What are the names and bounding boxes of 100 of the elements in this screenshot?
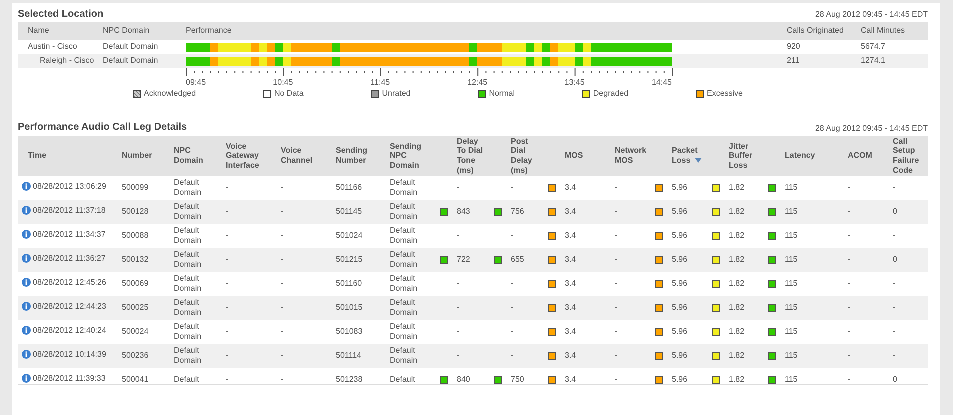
table-cell: - [457,231,460,240]
table-cell: - [848,255,851,264]
table-cell: 5.96 [672,303,688,312]
table-cell: - [615,351,618,360]
info-icon[interactable] [22,206,31,216]
table-cell: 115 [785,183,798,192]
table-cell: - [226,183,229,192]
column-header[interactable]: ACOM [844,136,889,176]
table-cell: 1.82 [729,255,745,264]
table-cell: 722 [457,255,470,264]
table-cell: - [281,255,284,264]
table-cell: 0 [893,255,898,264]
table-cell: 500128 [122,207,149,216]
table-cell: Default Domain [103,42,158,52]
table-cell: 1.82 [729,183,745,192]
info-icon[interactable] [22,254,31,264]
legend-label: Acknowledged [144,89,196,99]
tick-label: 14:45 [652,78,672,87]
info-icon[interactable] [22,350,31,360]
table-cell: 500099 [122,183,149,192]
table-cell: Default Domain [390,322,418,341]
table-cell: 3.4 [565,207,576,216]
table-cell: - [226,375,229,384]
table-cell: 501160 [336,279,362,288]
location-name[interactable]: Austin - Cisco [28,42,78,52]
column-header[interactable]: Performance [186,26,232,36]
table-cell: - [226,303,229,312]
column-header[interactable]: Number [118,136,170,176]
column-header[interactable]: NPC Domain [170,136,222,176]
tick-label: 12:45 [468,78,488,87]
column-header[interactable]: Network MOS [611,136,651,176]
table-cell: 115 [785,375,798,384]
table-cell: - [615,183,618,192]
table-cell: - [281,231,284,240]
column-header[interactable]: Packet Loss [651,136,708,176]
info-icon[interactable] [22,302,31,312]
column-header[interactable]: Time [18,136,118,176]
column-header[interactable]: Post Dial Delay (ms) [490,136,544,176]
column-header[interactable]: MOS [544,136,611,176]
table-cell: 08/28/2012 11:39:33 [33,374,106,384]
table-cell: 08/28/2012 11:34:37 [33,230,106,240]
table-cell: 3.4 [565,351,576,360]
column-header[interactable]: Name [28,26,50,36]
table-cell: 501145 [336,207,362,216]
table-cell: - [281,207,284,216]
column-header[interactable]: Jitter Buffer Loss [708,136,764,176]
table-cell: - [615,207,618,216]
table-cell: - [457,327,460,336]
table-cell: - [226,255,229,264]
tick-label: 10:45 [273,78,294,87]
legend-label: Excessive [706,89,743,99]
column-header[interactable]: Latency [764,136,844,176]
table-cell: 0 [893,207,898,216]
table-cell: Default Domain [174,202,202,221]
table-cell: 1.82 [729,303,745,312]
table-cell: 08/28/2012 10:14:39 [33,350,106,360]
table-cell: - [511,183,514,192]
info-icon[interactable] [22,230,31,240]
table-cell: - [848,327,851,336]
table-cell: - [281,183,284,192]
table-cell: 843 [457,207,470,216]
table-cell: 08/28/2012 13:06:29 [33,182,106,192]
table-cell: Default Domain [390,346,418,365]
table-cell: 501166 [336,183,362,192]
column-header[interactable]: Voice Channel [277,136,332,176]
table-cell: - [848,207,851,216]
info-icon[interactable] [22,374,31,384]
info-icon[interactable] [22,278,31,288]
table-cell: - [848,183,851,192]
legend-label: Degraded [593,89,629,99]
column-header[interactable]: Delay To Dial Tone (ms) [436,136,490,176]
column-header[interactable]: Voice Gateway Interface [222,136,277,176]
section-title: Selected Location [18,9,104,21]
table-cell: - [615,231,618,240]
table-cell: 920 [787,42,800,52]
info-icon[interactable] [22,326,31,336]
table-cell: - [615,303,618,312]
table-cell: 1.82 [729,375,745,384]
column-header[interactable]: Sending NPC Domain [386,136,436,176]
table-cell: - [281,327,284,336]
table-cell: - [226,279,229,288]
table-cell: - [281,375,284,384]
table-cell: Default Domain [390,274,418,293]
column-header[interactable]: Sending Number [332,136,386,176]
table-cell: Default Domain [390,250,418,269]
table-cell: Default [390,375,416,384]
table-cell: Default [174,375,200,384]
table-cell: - [457,183,460,192]
column-header[interactable]: Call Setup Failure Code [889,136,928,176]
table-cell: 115 [785,207,798,216]
time-range: 28 Aug 2012 09:45 - 14:45 EDT [815,10,928,20]
info-icon[interactable] [22,182,31,192]
table-cell: 840 [457,375,470,384]
table-cell: 5674.7 [861,42,886,52]
table-cell: 501024 [336,231,363,240]
table-cell: 501015 [336,303,363,312]
table-cell: - [226,327,229,336]
table-cell: 5.96 [672,207,688,216]
table-cell: 1.82 [729,207,745,216]
table-cell: - [893,231,896,240]
